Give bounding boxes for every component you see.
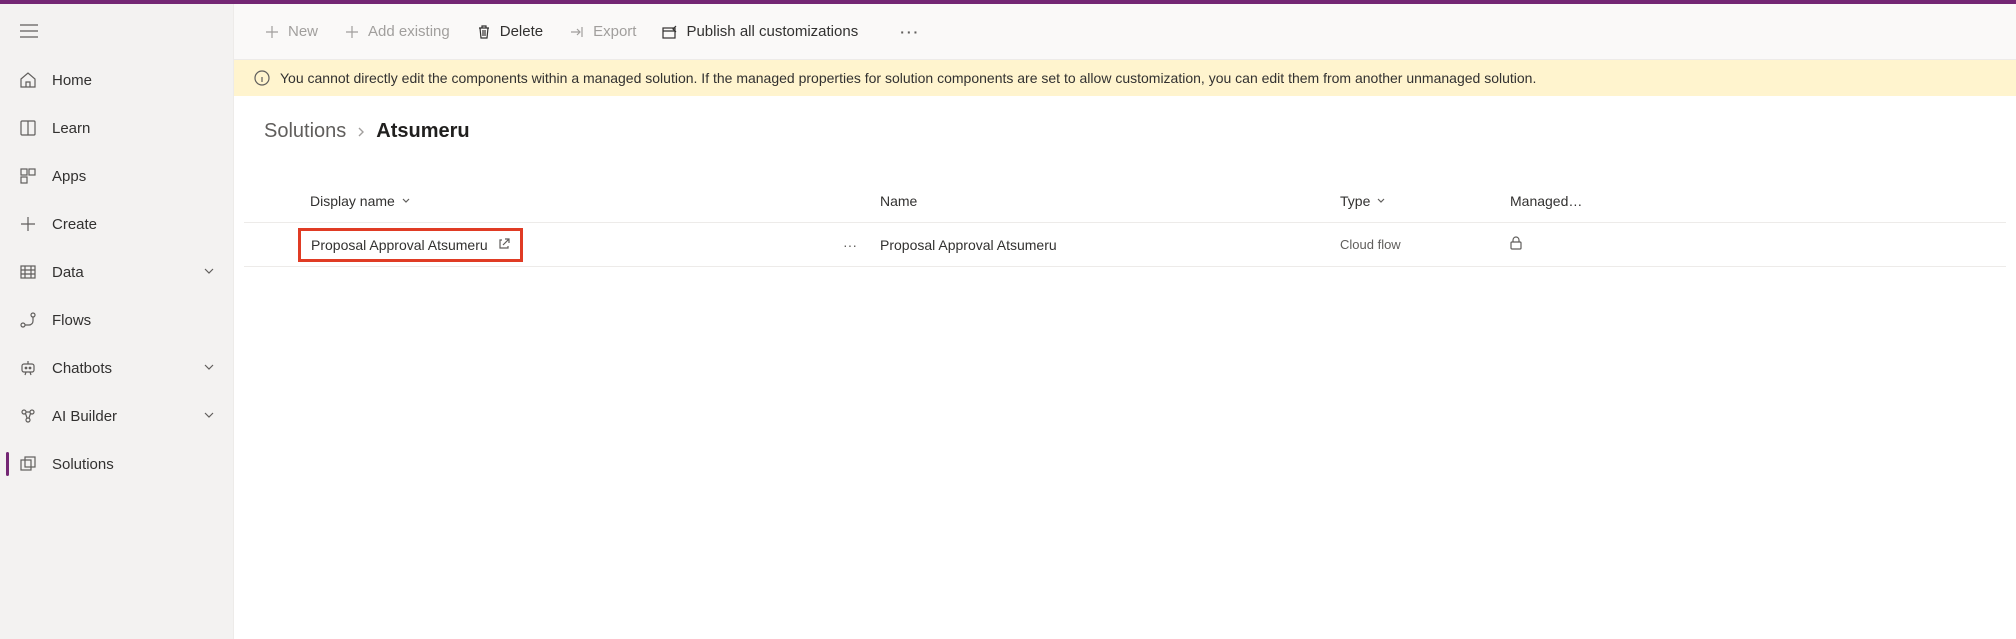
components-grid: Display name Name Type Managed… Proposal…: [244, 179, 2006, 267]
apps-icon: [18, 166, 38, 186]
breadcrumb-current: Atsumeru: [376, 120, 469, 143]
plus-icon: [344, 24, 360, 40]
cmd-publish[interactable]: Publish all customizations: [652, 17, 868, 46]
cmd-label: Delete: [500, 23, 543, 40]
breadcrumb: Solutions Atsumeru: [234, 96, 2016, 151]
sidebar-item-flows[interactable]: Flows: [0, 296, 233, 344]
flow-icon: [18, 310, 38, 330]
sidebar-item-label: Apps: [52, 168, 215, 185]
chevron-down-icon: [203, 408, 215, 424]
header-type[interactable]: Type: [1340, 193, 1510, 209]
sidebar-item-data[interactable]: Data: [0, 248, 233, 296]
header-label: Display name: [310, 193, 395, 209]
sidebar-item-label: Solutions: [52, 456, 215, 473]
info-banner: You cannot directly edit the components …: [234, 60, 2016, 96]
hamburger-icon: [20, 24, 38, 38]
row-display-link[interactable]: Proposal Approval Atsumeru: [298, 228, 523, 262]
trash-icon: [476, 24, 492, 40]
row-more-actions[interactable]: ···: [820, 237, 880, 253]
open-external-icon[interactable]: [498, 237, 510, 253]
main-content: New Add existing Delete Export: [234, 4, 2016, 639]
sidebar-item-label: Learn: [52, 120, 215, 137]
table-row[interactable]: Proposal Approval Atsumeru ··· Proposal …: [244, 223, 2006, 267]
hamburger-button[interactable]: [0, 12, 233, 56]
banner-text: You cannot directly edit the components …: [280, 70, 1536, 86]
publish-icon: [662, 24, 678, 40]
sidebar-item-create[interactable]: Create: [0, 200, 233, 248]
cmd-label: Export: [593, 23, 636, 40]
sidebar-item-aibuilder[interactable]: AI Builder: [0, 392, 233, 440]
ai-icon: [18, 406, 38, 426]
home-icon: [18, 70, 38, 90]
chevron-right-icon: [356, 120, 366, 143]
row-name: Proposal Approval Atsumeru: [880, 237, 1340, 253]
sidebar-item-label: Home: [52, 72, 215, 89]
cmd-label: New: [288, 23, 318, 40]
sidebar-item-label: Chatbots: [52, 360, 203, 377]
plus-icon: [264, 24, 280, 40]
grid-header-row: Display name Name Type Managed…: [244, 179, 2006, 223]
breadcrumb-root[interactable]: Solutions: [264, 120, 346, 143]
cmd-label: Publish all customizations: [686, 23, 858, 40]
book-icon: [18, 118, 38, 138]
cmd-label: Add existing: [368, 23, 450, 40]
sidebar: Home Learn Apps Create: [0, 4, 234, 639]
sidebar-item-solutions[interactable]: Solutions: [0, 440, 233, 488]
cmd-more[interactable]: ···: [890, 18, 930, 46]
cmd-add-existing[interactable]: Add existing: [334, 17, 460, 46]
sidebar-item-label: Flows: [52, 312, 215, 329]
header-display-name[interactable]: Display name: [300, 193, 820, 209]
chevron-down-icon: [1376, 196, 1386, 206]
export-icon: [569, 24, 585, 40]
command-bar: New Add existing Delete Export: [234, 4, 2016, 60]
row-type: Cloud flow: [1340, 237, 1510, 252]
lock-icon: [1510, 238, 1522, 253]
chevron-down-icon: [203, 264, 215, 280]
sidebar-item-learn[interactable]: Learn: [0, 104, 233, 152]
sidebar-item-chatbots[interactable]: Chatbots: [0, 344, 233, 392]
chevron-down-icon: [401, 196, 411, 206]
sidebar-item-label: AI Builder: [52, 408, 203, 425]
sidebar-item-label: Data: [52, 264, 203, 281]
header-label: Type: [1340, 193, 1370, 209]
chatbot-icon: [18, 358, 38, 378]
sidebar-item-label: Create: [52, 216, 215, 233]
chevron-down-icon: [203, 360, 215, 376]
plus-icon: [18, 214, 38, 234]
row-managed: [1510, 236, 2006, 253]
solutions-icon: [18, 454, 38, 474]
row-display-text: Proposal Approval Atsumeru: [311, 237, 488, 253]
cmd-export[interactable]: Export: [559, 17, 646, 46]
data-icon: [18, 262, 38, 282]
sidebar-item-home[interactable]: Home: [0, 56, 233, 104]
cmd-delete[interactable]: Delete: [466, 17, 553, 46]
header-managed[interactable]: Managed…: [1510, 193, 2006, 209]
header-name[interactable]: Name: [880, 193, 1340, 209]
info-icon: [254, 70, 270, 86]
cmd-new[interactable]: New: [254, 17, 328, 46]
sidebar-item-apps[interactable]: Apps: [0, 152, 233, 200]
